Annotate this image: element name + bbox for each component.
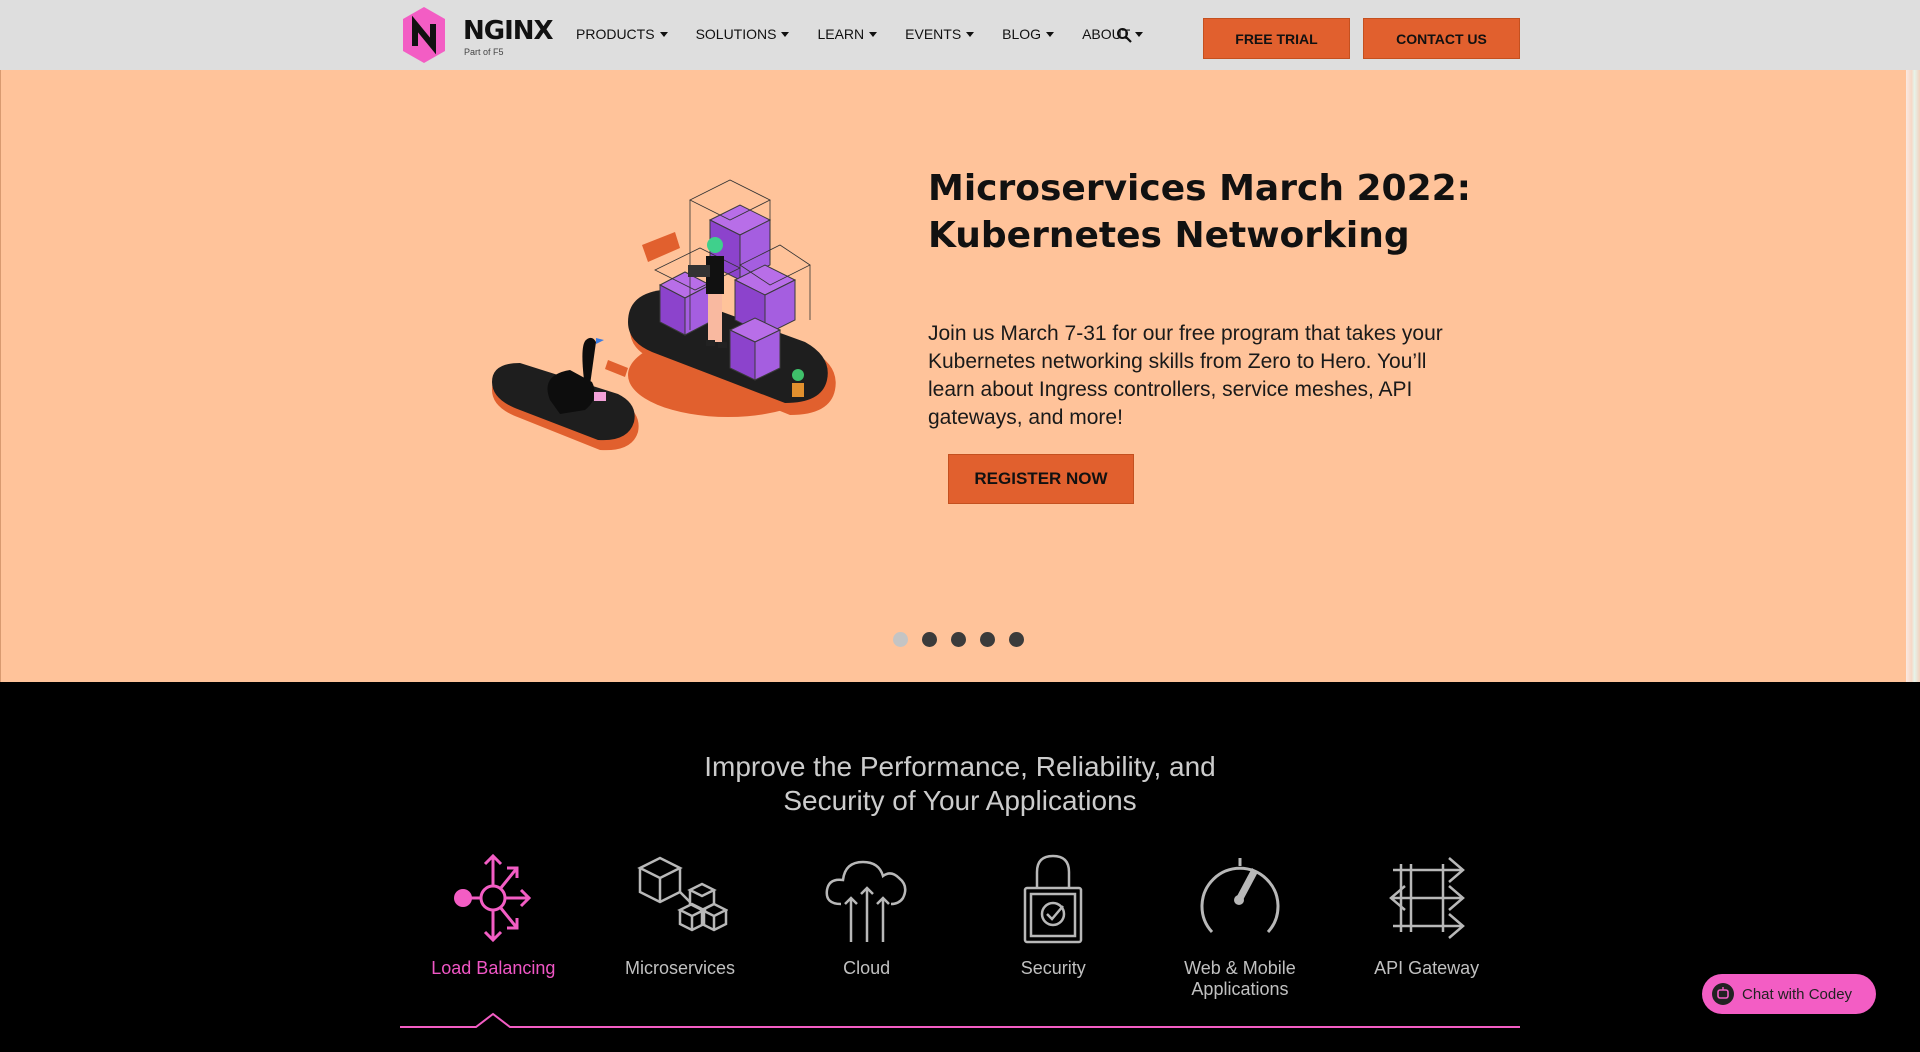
- caret-down-icon: [1135, 31, 1144, 37]
- tab-security[interactable]: Security: [960, 850, 1147, 1000]
- caret-down-icon: [659, 31, 668, 37]
- tab-api-gateway[interactable]: API Gateway: [1333, 850, 1520, 1000]
- lock-icon: [1024, 854, 1083, 944]
- tab-microservices[interactable]: Microservices: [587, 850, 774, 1000]
- search-icon[interactable]: [1116, 27, 1132, 43]
- menu-learn[interactable]: LEARN: [817, 26, 878, 42]
- menu-solutions[interactable]: SOLUTIONS: [696, 26, 790, 42]
- caret-down-icon: [781, 31, 790, 37]
- carousel-dot-5[interactable]: [1009, 632, 1024, 647]
- tab-microservices-label: Microservices: [624, 958, 735, 978]
- features-heading-line-1: Improve the Performance, Reliability, an…: [704, 751, 1216, 782]
- carousel-dot-3[interactable]: [951, 632, 966, 647]
- carousel-dot-4[interactable]: [980, 632, 995, 647]
- menu-about[interactable]: ABOUT: [1082, 26, 1144, 42]
- gauge-icon: [1200, 858, 1280, 934]
- menu-events[interactable]: EVENTS: [905, 26, 975, 42]
- chat-with-codey-button[interactable]: Chat with Codey: [1702, 974, 1876, 1014]
- main-menu: PRODUCTS SOLUTIONS LEARN EVENTS BLOG ABO…: [576, 26, 1171, 42]
- tab-web-mobile-label-line-2: Applications: [1191, 979, 1289, 999]
- brand-subtitle: Part of F5: [464, 47, 504, 57]
- menu-products-label: PRODUCTS: [576, 26, 655, 42]
- features-heading: Improve the Performance, Reliability, an…: [660, 750, 1260, 818]
- active-tab-indicator: [400, 1012, 1520, 1028]
- menu-blog-label: BLOG: [1002, 26, 1042, 42]
- cloud-icon: [825, 860, 907, 942]
- register-now-button[interactable]: REGISTER NOW: [948, 454, 1134, 504]
- carousel-dot-1[interactable]: [893, 632, 908, 647]
- tab-load-balancing[interactable]: Load Balancing: [400, 850, 587, 1000]
- hero-title: Microservices March 2022: Kubernetes Net…: [928, 165, 1488, 259]
- contact-us-button[interactable]: CONTACT US: [1363, 18, 1520, 59]
- chat-label: Chat with Codey: [1742, 985, 1853, 1003]
- caret-down-icon: [869, 31, 878, 37]
- tab-web-mobile-applications-label: Web & Mobile Applications: [1147, 958, 1334, 1000]
- menu-events-label: EVENTS: [905, 26, 962, 42]
- microservices-icon: [637, 856, 728, 932]
- tab-web-mobile-label-line-1: Web & Mobile: [1184, 958, 1296, 978]
- top-navigation: NGINX Part of F5 PRODUCTS SOLUTIONS LEAR…: [0, 0, 1920, 70]
- tab-load-balancing-label: Load Balancing: [431, 958, 556, 978]
- free-trial-button[interactable]: FREE TRIAL: [1203, 18, 1350, 59]
- brand-name[interactable]: NGINX: [463, 16, 554, 46]
- tab-cloud-label: Cloud: [843, 958, 891, 978]
- chat-bot-icon: [1712, 983, 1734, 1005]
- carousel-pagination: [893, 632, 1038, 647]
- load-balancing-icon: [454, 853, 532, 943]
- tab-api-gateway-label: API Gateway: [1374, 958, 1480, 978]
- features-heading-line-2: Security of Your Applications: [783, 785, 1137, 816]
- features-tabs: Load Balancing Microservices Cloud Secur…: [400, 850, 1520, 1000]
- carousel-dot-2[interactable]: [922, 632, 937, 647]
- api-gateway-icon: [1388, 857, 1465, 939]
- menu-learn-label: LEARN: [817, 26, 865, 42]
- caret-down-icon: [966, 31, 975, 37]
- menu-products[interactable]: PRODUCTS: [576, 26, 668, 42]
- tab-web-mobile-applications[interactable]: Web & Mobile Applications: [1147, 850, 1334, 1000]
- hero-title-line-1: Microservices March 2022:: [928, 168, 1472, 209]
- tab-cloud[interactable]: Cloud: [773, 850, 960, 1000]
- hero-description: Join us March 7-31 for our free program …: [928, 322, 1443, 429]
- menu-solutions-label: SOLUTIONS: [695, 26, 777, 42]
- kubernetes-illustration-icon: [492, 179, 836, 451]
- hero-title-line-2: Kubernetes Networking: [928, 215, 1410, 256]
- caret-down-icon: [1046, 31, 1055, 37]
- next-slide-peek: [1906, 70, 1920, 682]
- menu-blog[interactable]: BLOG: [1002, 26, 1055, 42]
- tab-security-label: Security: [1020, 958, 1086, 978]
